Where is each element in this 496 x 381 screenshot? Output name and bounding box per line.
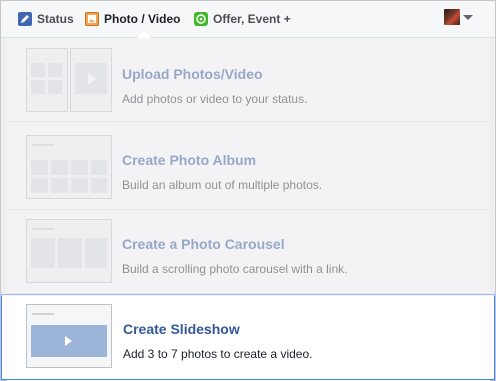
photo-video-menu: Upload Photos/Video Add photos or video … bbox=[1, 38, 495, 381]
menu-item-create-photo-carousel[interactable]: Create a Photo Carousel Build a scrollin… bbox=[7, 210, 490, 294]
avatar[interactable] bbox=[444, 9, 460, 25]
tab-status[interactable]: Status bbox=[18, 10, 74, 28]
play-icon bbox=[88, 73, 96, 85]
menu-item-description: Add photos or video to your status. bbox=[122, 92, 308, 106]
tab-offer-event-label: Offer, Event + bbox=[213, 12, 291, 26]
menu-item-create-slideshow[interactable]: Create Slideshow Add 3 to 7 photos to cr… bbox=[1, 294, 495, 380]
menu-item-title: Create a Photo Carousel bbox=[122, 236, 285, 252]
menu-item-description: Add 3 to 7 photos to create a video. bbox=[123, 347, 313, 361]
play-icon bbox=[65, 336, 72, 346]
upload-thumbnail-right bbox=[70, 48, 112, 112]
composer-panel: Status Photo / Video Offer, Event + Uplo… bbox=[0, 0, 496, 381]
menu-item-title: Upload Photos/Video bbox=[122, 66, 263, 82]
composer-tab-bar: Status Photo / Video Offer, Event + bbox=[1, 1, 495, 38]
slideshow-thumbnail bbox=[26, 304, 112, 368]
menu-item-upload-photos-video[interactable]: Upload Photos/Video Add photos or video … bbox=[7, 38, 490, 122]
menu-item-description: Build an album out of multiple photos. bbox=[122, 178, 323, 192]
menu-item-title: Create Slideshow bbox=[123, 321, 240, 337]
tab-photo-video[interactable]: Photo / Video bbox=[85, 10, 180, 28]
tab-offer-event[interactable]: Offer, Event + bbox=[194, 10, 291, 28]
menu-item-create-photo-album[interactable]: Create Photo Album Build an album out of… bbox=[7, 126, 490, 210]
carousel-thumbnail bbox=[26, 219, 112, 283]
upload-thumbnail-left bbox=[26, 48, 68, 112]
tab-status-label: Status bbox=[37, 12, 74, 26]
chevron-down-icon[interactable] bbox=[463, 15, 473, 20]
pencil-icon bbox=[18, 12, 32, 26]
menu-item-description: Build a scrolling photo carousel with a … bbox=[122, 262, 348, 276]
offer-icon bbox=[194, 12, 208, 26]
photo-icon bbox=[85, 12, 99, 26]
album-thumbnail bbox=[26, 135, 112, 199]
menu-item-title: Create Photo Album bbox=[122, 152, 257, 168]
active-tab-caret bbox=[137, 31, 151, 38]
tab-photo-video-label: Photo / Video bbox=[104, 12, 181, 26]
